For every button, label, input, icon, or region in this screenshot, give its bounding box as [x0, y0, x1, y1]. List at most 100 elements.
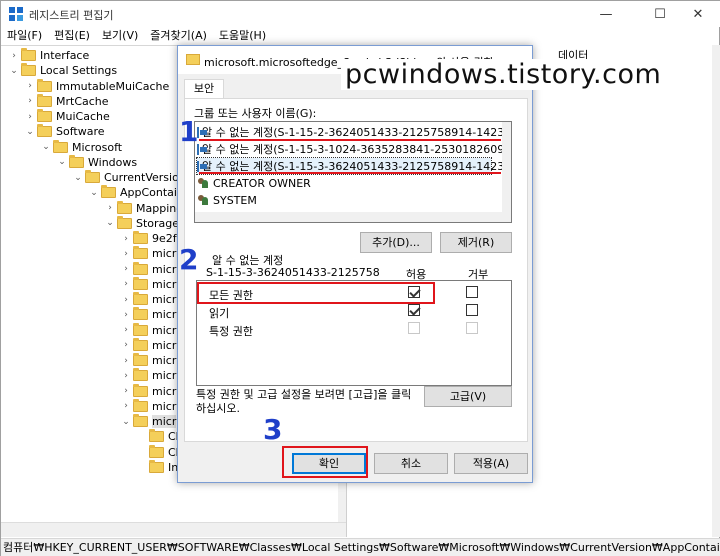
- tree-item[interactable]: ⌄ Local Settings: [9, 63, 117, 78]
- tree-item[interactable]: › MuiCache: [25, 109, 110, 124]
- folder-icon: [53, 139, 68, 153]
- menu-favorites[interactable]: 즐겨찾기(A): [144, 27, 213, 45]
- chevron-down-icon[interactable]: ⌄: [89, 188, 99, 198]
- chevron-right-icon[interactable]: ›: [121, 356, 131, 366]
- maximize-icon: ☐: [654, 6, 666, 22]
- tree-item[interactable]: › ImmutableMuiCache: [25, 78, 169, 94]
- menu-bar: 파일(F) 편집(E) 보기(V) 즐겨찾기(A) 도움말(H): [1, 27, 720, 45]
- tab-security[interactable]: 보안: [184, 79, 224, 99]
- tree-item[interactable]: › micr: [121, 322, 176, 338]
- tree-item[interactable]: ⌄ Microsoft: [41, 139, 122, 155]
- permission-read-label: 읽기: [209, 307, 230, 320]
- chevron-down-icon[interactable]: ⌄: [73, 173, 83, 183]
- tree-horizontal-scrollbar[interactable]: [1, 522, 346, 537]
- principals-horizontal-scrollbar[interactable]: [195, 212, 511, 222]
- chevron-right-icon[interactable]: ›: [121, 234, 131, 244]
- folder-icon: [133, 231, 148, 244]
- principals-vertical-scrollbar[interactable]: [502, 122, 511, 222]
- remove-button[interactable]: 제거(R): [440, 232, 512, 253]
- tree-item[interactable]: › micr: [121, 276, 176, 292]
- tree-item[interactable]: › micr: [121, 307, 176, 322]
- chevron-right-icon[interactable]: ›: [121, 310, 131, 320]
- folder-icon: [149, 459, 164, 473]
- chevron-right-icon[interactable]: ›: [121, 325, 131, 335]
- chevron-right-icon[interactable]: ›: [121, 279, 131, 289]
- chevron-right-icon[interactable]: ›: [121, 249, 131, 259]
- tree-item[interactable]: › micr: [121, 353, 176, 368]
- tree-item-label: Interface: [40, 49, 90, 62]
- tree-item-label: MuiCache: [56, 110, 110, 123]
- chevron-down-icon[interactable]: ⌄: [41, 142, 51, 152]
- list-item[interactable]: 알 수 없는 계정(S-1-15-3-1024-3635283841-25301…: [197, 141, 511, 157]
- menu-edit[interactable]: 편집(E): [48, 27, 96, 45]
- tree-item[interactable]: ⌄ Storage: [105, 215, 179, 231]
- tree-item-label: micr: [152, 354, 177, 367]
- folder-icon: [69, 154, 84, 168]
- special-deny-checkbox: [466, 322, 478, 334]
- read-deny-checkbox[interactable]: [466, 304, 478, 316]
- tree-item[interactable]: › Interface: [9, 48, 89, 63]
- tree-item[interactable]: › Mapping: [105, 200, 183, 216]
- menu-view[interactable]: 보기(V): [96, 27, 144, 45]
- chevron-right-icon[interactable]: ›: [9, 51, 19, 61]
- tree-item[interactable]: ⌄ AppContain: [89, 185, 184, 200]
- close-button[interactable]: ✕: [675, 1, 720, 27]
- tree-item[interactable]: › micr: [121, 398, 177, 414]
- chevron-right-icon[interactable]: ›: [25, 96, 35, 106]
- advanced-note-line2: 하십시오.: [196, 402, 240, 415]
- tree-item[interactable]: › micr: [121, 246, 176, 261]
- step-2-marker: 2: [179, 243, 199, 276]
- chevron-right-icon[interactable]: ›: [25, 81, 35, 91]
- tree-item[interactable]: › 9e2f: [121, 231, 177, 246]
- tree-item[interactable]: › micr: [121, 337, 177, 353]
- chevron-down-icon[interactable]: ⌄: [57, 157, 67, 167]
- chevron-down-icon[interactable]: ⌄: [105, 218, 115, 228]
- tree-item[interactable]: › micr: [121, 368, 176, 383]
- chevron-down-icon[interactable]: ⌄: [121, 417, 131, 427]
- apply-button[interactable]: 적용(A): [454, 453, 528, 474]
- tree-item-label: micr: [152, 308, 177, 322]
- tree-item[interactable]: › micr: [121, 383, 177, 399]
- add-button[interactable]: 추가(D)...: [360, 232, 432, 253]
- minimize-button[interactable]: —: [583, 1, 629, 27]
- chevron-right-icon[interactable]: ›: [105, 203, 115, 213]
- read-allow-checkbox[interactable]: [408, 304, 420, 316]
- chevron-right-icon[interactable]: ›: [121, 386, 131, 396]
- advanced-button[interactable]: 고급(V): [424, 386, 512, 407]
- step-1-marker: 1: [179, 115, 199, 148]
- chevron-right-icon[interactable]: ›: [121, 371, 131, 381]
- cancel-button[interactable]: 취소: [374, 453, 448, 474]
- tree-item[interactable]: ⌄ Software: [25, 124, 105, 139]
- chevron-right-icon[interactable]: ›: [121, 401, 131, 411]
- chevron-right-icon[interactable]: ›: [121, 264, 131, 274]
- folder-icon: [133, 383, 148, 397]
- folder-icon: [133, 337, 148, 351]
- list-item[interactable]: CREATOR OWNER: [197, 175, 311, 191]
- tree-item-label: Windows: [88, 155, 138, 169]
- chevron-right-icon[interactable]: ›: [25, 112, 35, 122]
- menu-help[interactable]: 도움말(H): [213, 27, 272, 45]
- tree-item[interactable]: ⌄ Windows: [57, 154, 138, 170]
- tree-item-label: micr: [152, 384, 177, 398]
- chevron-down-icon[interactable]: ⌄: [25, 127, 35, 137]
- values-vertical-scrollbar[interactable]: [712, 45, 720, 537]
- tree-item[interactable]: › micr: [121, 292, 176, 307]
- tree-item[interactable]: › micr: [121, 261, 176, 277]
- chevron-right-icon[interactable]: ›: [121, 295, 131, 305]
- registry-editor-window: 레지스트리 편집기 — ☐ ✕ 파일(F) 편집(E) 보기(V) 즐겨찾기(A…: [0, 0, 720, 556]
- title-bar: 레지스트리 편집기 — ☐ ✕: [1, 1, 720, 27]
- tree-item[interactable]: ⌄ micr: [121, 414, 177, 429]
- chevron-right-icon[interactable]: ›: [121, 340, 131, 350]
- list-item[interactable]: SYSTEM: [197, 192, 257, 208]
- tree-item-label: micr: [152, 399, 177, 413]
- tree-item-label: micr: [152, 338, 177, 352]
- list-item[interactable]: 알 수 없는 계정(S-1-15-2-3624051433-2125758914…: [197, 124, 511, 140]
- menu-file[interactable]: 파일(F): [1, 27, 48, 45]
- full-control-deny-checkbox[interactable]: [466, 286, 478, 298]
- chevron-down-icon[interactable]: ⌄: [9, 66, 19, 76]
- highlight-ok-box: [282, 446, 368, 478]
- tree-item[interactable]: › MrtCache: [25, 93, 109, 109]
- tree-item[interactable]: ⌄ CurrentVersion: [73, 170, 186, 185]
- close-icon: ✕: [692, 6, 704, 22]
- folder-icon: [133, 246, 148, 260]
